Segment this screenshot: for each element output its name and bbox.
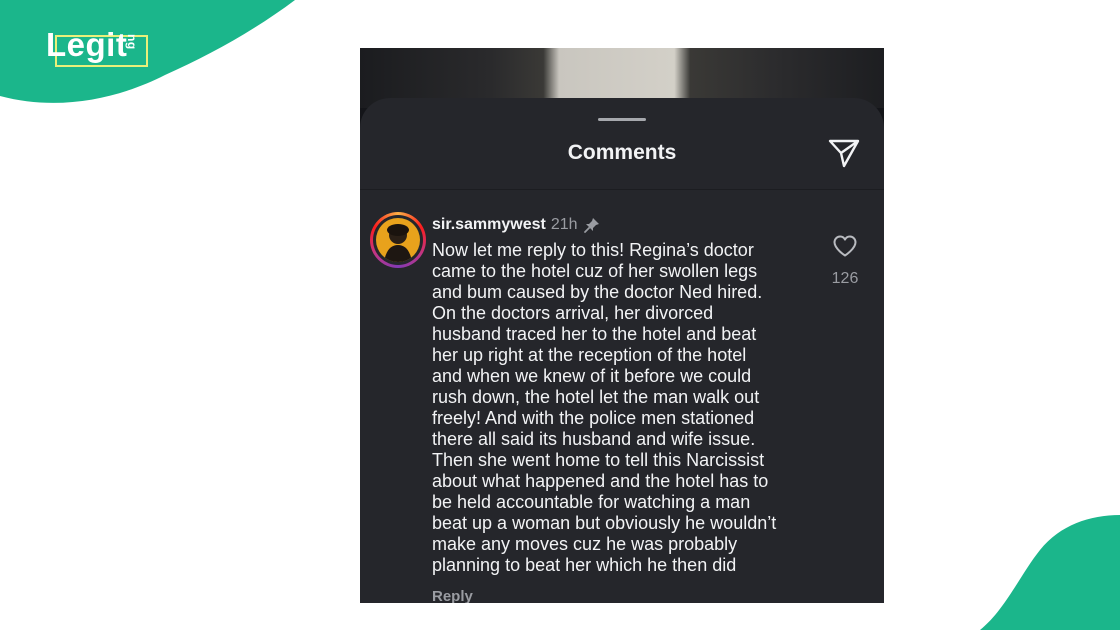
comment-text: Now let me reply to this! Regina’s docto… bbox=[432, 240, 812, 576]
comment-line: husband traced her to the hotel and beat bbox=[432, 324, 757, 344]
brand-shape-top bbox=[0, 0, 295, 103]
comment-line: about what happened and the hotel has to bbox=[432, 471, 769, 491]
comment-username[interactable]: sir.sammywest bbox=[432, 216, 546, 234]
phone-screenshot: Comments sir.sammywest 21h Now let me re… bbox=[360, 48, 884, 603]
sheet-drag-handle[interactable] bbox=[598, 118, 646, 121]
comment-line: came to the hotel cuz of her swollen leg… bbox=[432, 261, 758, 281]
send-button[interactable] bbox=[827, 136, 861, 170]
legit-logo: Legit ng bbox=[46, 28, 144, 61]
comment-line: her up right at the reception of the hot… bbox=[432, 345, 747, 365]
comment-line: be held accountable for watching a man bbox=[432, 492, 751, 512]
person-silhouette-icon bbox=[384, 224, 412, 262]
comment-line: and when we knew of it before we could bbox=[432, 366, 752, 386]
comment-line: beat up a woman but obviously he wouldn’… bbox=[432, 513, 777, 533]
sheet-title: Comments bbox=[567, 141, 677, 164]
comment-line: planning to beat her which he then did bbox=[432, 555, 737, 575]
avatar-image bbox=[376, 218, 420, 262]
comment-line: Then she went home to tell this Narcissi… bbox=[432, 450, 765, 470]
comment-header: sir.sammywest 21h bbox=[432, 216, 601, 234]
comment-line: make any moves cuz he was probably bbox=[432, 534, 738, 554]
send-icon bbox=[828, 139, 860, 168]
like-count: 126 bbox=[831, 270, 859, 287]
comment-line: Now let me reply to this! Regina’s docto… bbox=[432, 240, 754, 260]
reply-button[interactable]: Reply bbox=[432, 588, 473, 603]
logo-word: Legit bbox=[46, 26, 128, 63]
heart-icon bbox=[833, 235, 857, 257]
like-button[interactable] bbox=[832, 234, 858, 258]
comment-line: and bum caused by the doctor Ned hired. bbox=[432, 282, 763, 302]
comment-time: 21h bbox=[550, 216, 578, 233]
logo-tld: ng bbox=[125, 34, 140, 50]
header-divider bbox=[360, 189, 884, 190]
comment-line: there all said its husband and wife issu… bbox=[432, 429, 756, 449]
comment-line: On the doctors arrival, her divorced bbox=[432, 303, 714, 323]
pin-icon bbox=[583, 216, 601, 234]
brand-shape-bottom bbox=[980, 515, 1120, 630]
comment-line: freely! And with the police men statione… bbox=[432, 408, 755, 428]
avatar[interactable] bbox=[370, 212, 426, 268]
comment-line: rush down, the hotel let the man walk ou… bbox=[432, 387, 760, 407]
